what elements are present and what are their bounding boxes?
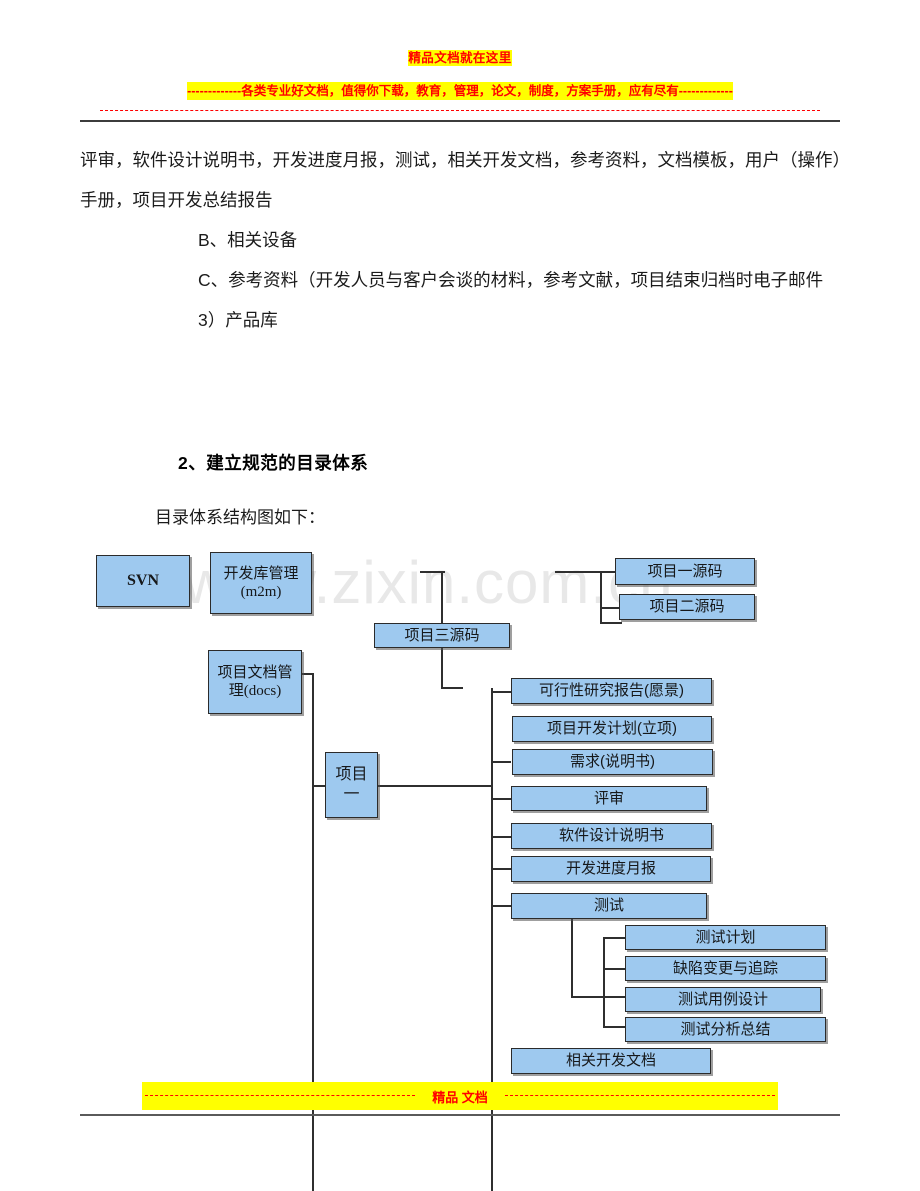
node-test-analysis-summary-label: 测试分析总结: [680, 1020, 771, 1038]
node-monthly-progress-report-label: 开发进度月报: [565, 860, 656, 878]
node-dev-repo-label: 开发库管理: [223, 564, 299, 582]
node-project2-source[interactable]: 项目二源码: [619, 594, 755, 620]
connector-docs-to-project1: [312, 785, 326, 787]
connector-trunk-proj3-up: [441, 572, 443, 628]
connector-project1-out: [378, 785, 492, 787]
node-project1-label-line2: 一: [343, 786, 360, 803]
connector-proj3-top-stub: [420, 571, 445, 573]
node-svn[interactable]: SVN: [96, 555, 190, 607]
node-project1-source[interactable]: 项目一源码: [615, 558, 755, 585]
node-test[interactable]: 测试: [511, 893, 707, 919]
node-project1[interactable]: 项目 一: [325, 752, 378, 818]
connector-src-branch-vert: [600, 571, 602, 623]
connector-branch-monthly: [491, 868, 511, 870]
node-requirement-spec[interactable]: 需求(说明书): [512, 749, 713, 775]
node-development-plan-label: 项目开发计划(立项): [547, 720, 677, 738]
node-review-label: 评审: [593, 789, 624, 807]
node-related-dev-docs-label: 相关开发文档: [565, 1052, 656, 1070]
node-project3-source[interactable]: 项目三源码: [374, 623, 510, 648]
connector-branch-design: [491, 836, 511, 838]
node-monthly-progress-report[interactable]: 开发进度月报: [511, 856, 711, 882]
connector-test-sub-vert: [603, 937, 605, 1027]
node-test-plan-label: 测试计划: [695, 928, 756, 946]
node-dev-repo-sub: (m2m): [240, 584, 282, 600]
connector-test-summary: [603, 1026, 625, 1028]
connector-proj3-down: [441, 648, 443, 688]
connector-defect-track: [603, 968, 625, 970]
node-requirement-spec-label: 需求(说明书): [570, 753, 655, 771]
node-feasibility-report-label: 可行性研究报告(愿景): [539, 682, 684, 700]
node-development-plan[interactable]: 项目开发计划(立项): [512, 716, 712, 742]
connector-branch-feasibility: [491, 691, 511, 693]
node-project1-source-label: 项目一源码: [647, 562, 723, 580]
connector-src-proj2: [600, 607, 620, 609]
node-test-analysis-summary[interactable]: 测试分析总结: [625, 1017, 826, 1042]
node-feasibility-report[interactable]: 可行性研究报告(愿景): [511, 678, 712, 704]
node-project3-source-label: 项目三源码: [404, 626, 480, 644]
connector-test-case: [603, 996, 625, 998]
footer-text: 精品 文档: [432, 1089, 488, 1105]
node-project-docs[interactable]: 项目文档管 理(docs): [208, 650, 302, 714]
connector-test-plan: [603, 937, 625, 939]
connector-branch-review: [491, 798, 511, 800]
node-dev-repo[interactable]: 开发库管理 (m2m): [210, 552, 312, 614]
connector-src-bottom-stub: [600, 622, 622, 624]
directory-structure-diagram: SVN 开发库管理 (m2m) 项目文档管 理(docs) 项目三源码 项目一源…: [0, 0, 920, 1191]
node-test-case-design[interactable]: 测试用例设计: [625, 987, 821, 1012]
footer-rule: [80, 1114, 840, 1116]
connector-test-trunk: [571, 917, 573, 997]
node-test-label: 测试: [593, 897, 624, 915]
connector-src-branch-main: [555, 571, 615, 573]
node-svn-label: SVN: [126, 571, 159, 589]
node-design-spec[interactable]: 软件设计说明书: [511, 823, 712, 849]
node-project-docs-label: 项目文档管: [217, 663, 293, 681]
node-project-docs-sub: 理(docs): [228, 683, 282, 699]
node-related-dev-docs[interactable]: 相关开发文档: [511, 1048, 711, 1074]
connector-proj3-down-stub: [441, 687, 463, 689]
page-footer: 精品 文档: [0, 1076, 920, 1126]
node-test-plan[interactable]: 测试计划: [625, 925, 826, 950]
node-project2-source-label: 项目二源码: [649, 598, 725, 616]
node-design-spec-label: 软件设计说明书: [558, 827, 664, 845]
node-defect-change-tracking[interactable]: 缺陷变更与追踪: [625, 956, 826, 981]
node-test-case-design-label: 测试用例设计: [677, 990, 768, 1008]
connector-docs-out: [300, 673, 314, 675]
node-review[interactable]: 评审: [511, 786, 707, 811]
node-defect-change-tracking-label: 缺陷变更与追踪: [672, 959, 778, 977]
connector-test-down: [571, 996, 603, 998]
connector-branch-requirement: [491, 761, 511, 763]
node-project1-label-line1: 项目: [335, 765, 368, 783]
connector-branch-test: [491, 905, 511, 907]
